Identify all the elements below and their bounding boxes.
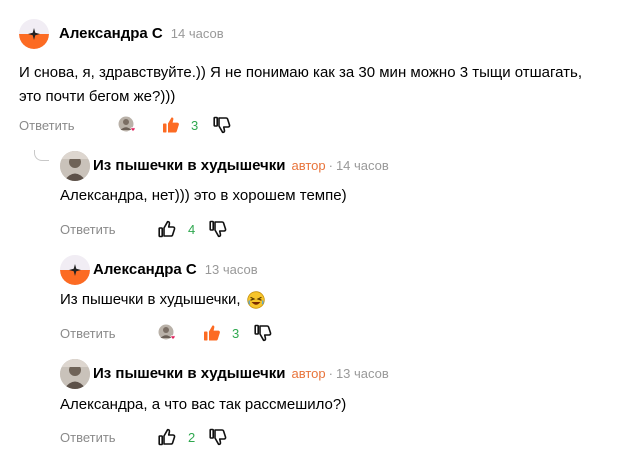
comment-text-line: Александра, а что вас так рассмешило?) (60, 396, 347, 413)
author-name[interactable]: Александра С (93, 261, 197, 278)
author-avatar-heart-icon (158, 324, 176, 340)
comment-text-line: И снова, я, здравствуйте.)) Я не понимаю… (19, 64, 583, 81)
reply-button[interactable]: Ответить (60, 222, 116, 237)
author-badge: автор (291, 158, 326, 173)
reply-button[interactable]: Ответить (60, 430, 116, 445)
avatar-orange-star[interactable] (19, 19, 49, 49)
comment-text: Александра, нет))) это в хорошем темпе) (60, 184, 347, 208)
comment-text-line: это почти бегом же?))) (19, 88, 176, 105)
reply-thread-line-icon (34, 150, 49, 161)
comment-header: Александра С 13 часов (93, 261, 258, 278)
comment-header: Александра С 14 часов (59, 25, 224, 42)
thumbs-down-icon[interactable] (254, 324, 272, 342)
avatar-orange-star[interactable] (60, 255, 90, 285)
author-name[interactable]: Из пышечки в худышечки (93, 157, 285, 174)
comment-header: Из пышечки в худышечки автор · 13 часов (93, 365, 389, 382)
comment-text: Александра, а что вас так рассмешило?) (60, 393, 346, 417)
separator: · (328, 366, 333, 381)
author-badge: автор (291, 366, 326, 381)
author-avatar-heart-icon (118, 116, 136, 132)
comment-text-line: Из пышечки в худышечки, (60, 291, 241, 308)
comment-text: И снова, я, здравствуйте.)) Я не понимаю… (19, 61, 582, 109)
separator: · (328, 158, 333, 173)
author-name[interactable]: Александра С (59, 25, 163, 42)
author-name[interactable]: Из пышечки в худышечки (93, 365, 285, 382)
timestamp: 14 часов (335, 158, 389, 173)
avatar-photo[interactable] (60, 359, 90, 389)
thumbs-up-icon[interactable] (158, 428, 176, 446)
thumbs-down-icon[interactable] (213, 116, 231, 134)
avatar-photo[interactable] (60, 151, 90, 181)
laughing-emoji-icon (246, 291, 265, 309)
thumbs-up-filled-icon[interactable] (162, 116, 180, 134)
thumbs-up-icon[interactable] (158, 220, 176, 238)
timestamp: 14 часов (170, 26, 224, 41)
comment-header: Из пышечки в худышечки автор · 14 часов (93, 157, 389, 174)
like-count: 3 (191, 118, 199, 133)
reply-button[interactable]: Ответить (19, 118, 75, 133)
comment-text: Из пышечки в худышечки, (60, 288, 265, 312)
comment-text-line: Александра, нет))) это в хорошем темпе) (60, 187, 347, 204)
thumbs-up-filled-icon[interactable] (203, 324, 221, 342)
like-count: 2 (188, 430, 196, 445)
like-count: 4 (188, 222, 196, 237)
reply-button[interactable]: Ответить (60, 326, 116, 341)
thumbs-down-icon[interactable] (209, 220, 227, 238)
timestamp: 13 часов (335, 366, 389, 381)
thumbs-down-icon[interactable] (209, 428, 227, 446)
like-count: 3 (232, 326, 240, 341)
timestamp: 13 часов (204, 262, 258, 277)
